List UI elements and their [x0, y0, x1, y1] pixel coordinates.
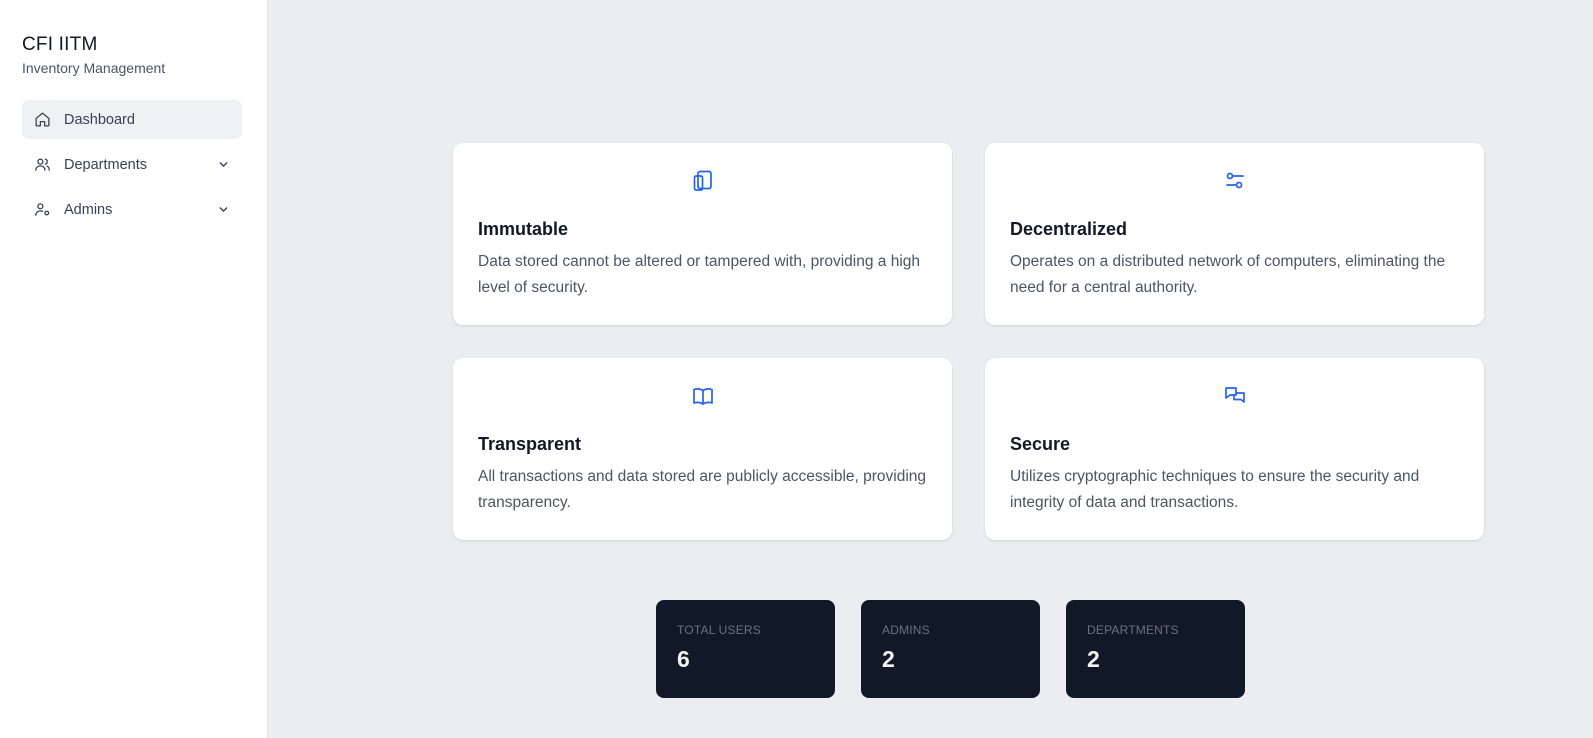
stat-value: 2	[1087, 646, 1100, 672]
feature-description: Data stored cannot be altered or tampere…	[478, 253, 921, 296]
book-open-icon	[690, 383, 716, 409]
feature-title: Secure	[1010, 434, 1071, 454]
chevron-down-icon[interactable]	[216, 203, 230, 217]
stat-label: DEPARTMENTS	[1087, 623, 1179, 637]
feature-card-secure: Secure Utilizes cryptographic techniques…	[985, 358, 1484, 540]
feature-description: All transactions and data stored are pub…	[478, 468, 927, 511]
sidebar-nav: Dashboard Departments Admins	[22, 100, 245, 229]
user-cog-icon	[33, 201, 51, 219]
sidebar-item-label: Admins	[64, 201, 113, 218]
stat-total-users: TOTAL USERS 6	[656, 600, 835, 698]
stat-departments: DEPARTMENTS 2	[1066, 600, 1245, 698]
feature-title: Immutable	[478, 219, 569, 239]
main-content: Immutable Data stored cannot be altered …	[268, 0, 1593, 738]
sidebar-item-dashboard[interactable]: Dashboard	[22, 100, 242, 139]
feature-title: Transparent	[478, 434, 582, 454]
stat-value: 2	[882, 646, 895, 672]
chevron-down-icon[interactable]	[216, 158, 230, 172]
brand-title: CFI IITM	[22, 34, 98, 55]
users-icon	[33, 156, 51, 174]
sidebar-item-admins[interactable]: Admins	[22, 190, 242, 229]
feature-description: Operates on a distributed network of com…	[1010, 253, 1446, 296]
app-shell: CFI IITM Inventory Management Dashboard	[0, 0, 1593, 738]
stat-value: 6	[677, 646, 690, 672]
feature-title: Decentralized	[1010, 219, 1128, 239]
stat-label: ADMINS	[882, 623, 930, 637]
feature-card-transparent: Transparent All transactions and data st…	[453, 358, 952, 540]
feature-card-decentralized: Decentralized Operates on a distributed …	[985, 143, 1484, 325]
stat-admins: ADMINS 2	[861, 600, 1040, 698]
chat-bubbles-icon	[1222, 383, 1248, 409]
brand-subtitle: Inventory Management	[22, 60, 166, 76]
tablet-icon	[690, 168, 716, 194]
sidebar-item-departments[interactable]: Departments	[22, 145, 242, 184]
sliders-icon	[1222, 168, 1248, 194]
stat-label: TOTAL USERS	[677, 623, 761, 637]
home-icon	[33, 111, 51, 129]
feature-description: Utilizes cryptographic techniques to ens…	[1010, 468, 1420, 511]
sidebar: CFI IITM Inventory Management Dashboard	[0, 0, 268, 738]
sidebar-item-label: Dashboard	[64, 111, 135, 128]
feature-card-immutable: Immutable Data stored cannot be altered …	[453, 143, 952, 325]
sidebar-item-label: Departments	[64, 156, 148, 173]
